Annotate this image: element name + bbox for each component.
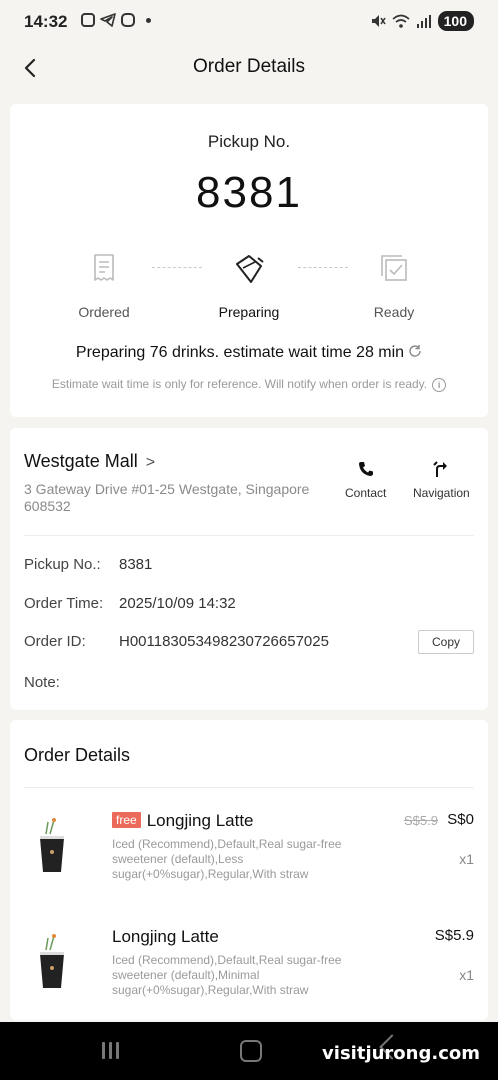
wait-note-text: Estimate wait time is only for reference… (51, 377, 428, 391)
page-title: Order Details (193, 56, 305, 77)
store-info-card: Westgate Mall > 3 Gateway Drive #01-25 We… (10, 428, 488, 710)
item-quantity: x1 (459, 967, 474, 983)
recent-apps-icon[interactable] (102, 1042, 119, 1059)
drink-cup-icon (40, 934, 64, 988)
item-price: S$0 (447, 811, 474, 828)
system-icons: 100 (370, 11, 474, 31)
step-ready: Ready (349, 250, 439, 320)
store-name: Westgate Mall (24, 451, 138, 471)
status-bar: 14:32 100 (0, 0, 498, 46)
copy-button[interactable]: Copy (418, 630, 474, 654)
item-quantity: x1 (459, 851, 474, 867)
notification-icons (81, 13, 151, 27)
item-name-row: free Longjing Latte (112, 811, 254, 831)
pickup-label: Pickup No. (207, 132, 291, 151)
step-label-ready: Ready (373, 304, 415, 320)
order-id-row: Order ID: H001183053498230726657025 (24, 633, 329, 650)
item-name: Longjing Latte (112, 927, 219, 946)
checkbox-stack-icon (381, 255, 407, 281)
order-details-title: Order Details (24, 745, 131, 765)
step-connector (152, 267, 202, 268)
mute-icon (371, 15, 386, 27)
divider (24, 787, 474, 788)
contact-button[interactable]: Contact (345, 460, 386, 500)
pickup-status-card: Pickup No. 8381 Ordered Preparing Ready … (10, 104, 488, 417)
receipt-icon (94, 254, 114, 281)
phone-icon (358, 462, 373, 476)
pickup-number-row: Pickup No.: 8381 (24, 556, 152, 573)
battery-level: 100 (437, 11, 474, 31)
navigation-button[interactable]: Navigation (413, 460, 470, 500)
step-label-preparing: Preparing (218, 304, 280, 320)
wait-status: Preparing 76 drinks. estimate wait time … (10, 344, 488, 362)
pickup-number-key: Pickup No.: (24, 556, 101, 573)
status-time: 14:32 (24, 12, 68, 31)
store-name-link[interactable]: Westgate Mall > (24, 451, 155, 472)
free-badge: free (112, 812, 141, 828)
signal-icon (416, 15, 431, 28)
pickup-number: 8381 (196, 168, 302, 217)
step-ordered: Ordered (59, 250, 149, 320)
item-original-price: S$5.9 (404, 813, 438, 828)
note-row: Note: (24, 674, 119, 691)
more-notifications-icon (146, 17, 151, 23)
home-icon[interactable] (240, 1040, 262, 1062)
instagram-icon (121, 13, 135, 27)
contact-label: Contact (345, 486, 387, 500)
wait-note: Estimate wait time is only for reference… (10, 377, 488, 392)
order-items-card: Order Details free Longjing Latte Iced (R… (10, 720, 488, 1020)
step-label-ordered: Ordered (78, 304, 130, 320)
chevron-right-icon: > (145, 454, 156, 471)
watermark: visitjurong.com (322, 1043, 480, 1064)
refresh-icon[interactable] (408, 344, 422, 358)
order-id-key: Order ID: (24, 633, 86, 650)
navigation-label: Navigation (413, 486, 470, 500)
wait-status-text: Preparing 76 drinks. estimate wait time … (75, 344, 405, 361)
telegram-icon (100, 13, 116, 27)
info-icon[interactable]: i (432, 378, 447, 392)
pickup-number-value: 8381 (119, 556, 153, 573)
drink-cup-icon (40, 818, 64, 872)
order-time-key: Order Time: (24, 595, 104, 612)
app-notification-icon (81, 13, 95, 27)
store-address: 3 Gateway Drive #01-25 Westgate, Singapo… (24, 481, 310, 514)
step-connector (298, 267, 348, 268)
navigation-arrow-icon (433, 461, 448, 477)
order-time-row: Order Time: 2025/10/09 14:32 (24, 595, 236, 612)
wifi-icon (392, 14, 410, 28)
top-app-bar: Order Details (0, 46, 498, 90)
step-preparing: Preparing (204, 250, 294, 320)
note-key: Note: (24, 674, 60, 691)
order-time-value: 2025/10/09 14:32 (119, 595, 236, 612)
divider (24, 535, 474, 536)
item-name: Longjing Latte (146, 811, 254, 830)
item-options: Iced (Recommend),Default,Real sugar-free… (112, 837, 342, 881)
order-id-value: H001183053498230726657025 (119, 633, 329, 650)
cup-pour-icon (236, 255, 264, 283)
item-options: Iced (Recommend),Default,Real sugar-free… (112, 953, 342, 997)
item-price: S$5.9 (434, 927, 474, 944)
